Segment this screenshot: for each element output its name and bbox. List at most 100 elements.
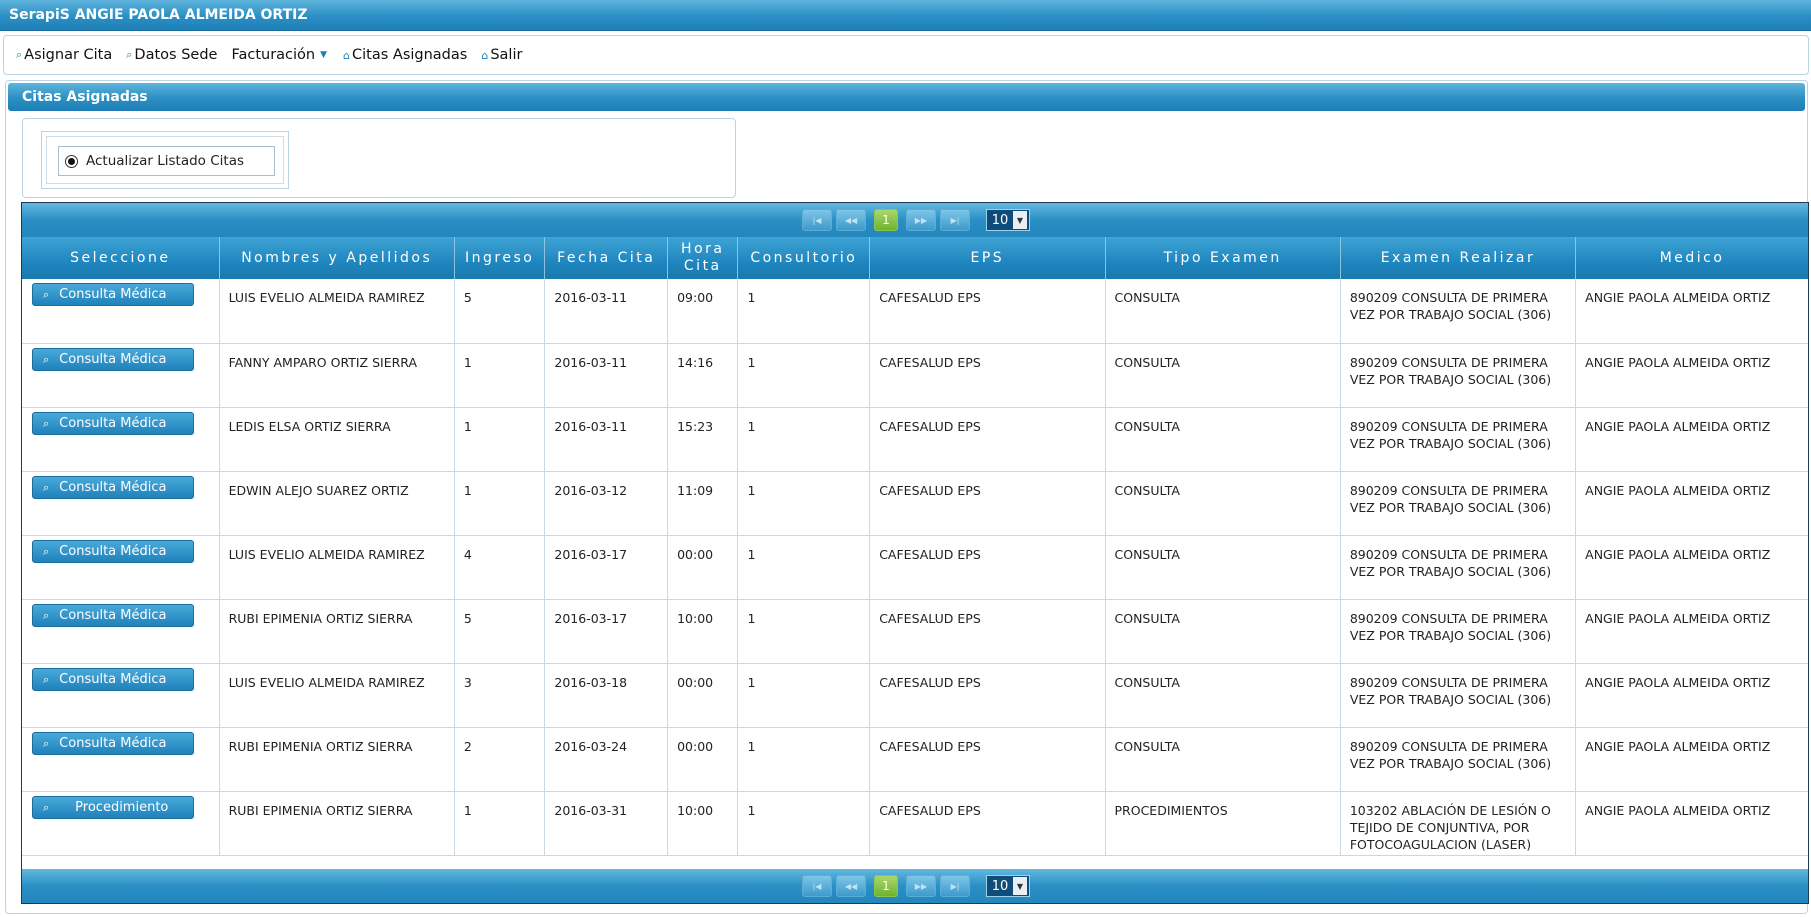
- main-menu-bar: ⌕ Asignar Cita ⌕ Datos Sede Facturación …: [3, 35, 1809, 75]
- search-icon: ⌕: [43, 544, 50, 558]
- menu-asignar-cita[interactable]: ⌕ Asignar Cita: [16, 47, 112, 63]
- citas-grid: |◀ ◀◀ 1 ▶▶ ▶| 10 ▼ Seleccione Nombres y …: [21, 202, 1809, 904]
- search-icon: ⌕: [126, 48, 133, 61]
- page-size-select[interactable]: 10 ▼: [986, 209, 1030, 231]
- col-seleccione[interactable]: Seleccione: [22, 237, 220, 279]
- cell-eps: CAFESALUD EPS: [869, 791, 1106, 856]
- page-size-value: 10: [991, 212, 1009, 228]
- cell-ingreso: 1: [454, 343, 546, 408]
- consulta-medica-button[interactable]: ⌕ Consulta Médica: [32, 347, 194, 371]
- menu-datos-sede-label: Datos Sede: [134, 47, 218, 63]
- table-row: ⌕ Consulta Médica RUBI EPIMENIA ORTIZ SIE…: [22, 599, 1808, 664]
- procedimiento-button[interactable]: ⌕ Procedimiento: [32, 795, 194, 819]
- cell-hora: 10:00: [667, 791, 739, 856]
- cell-tipo: PROCEDIMIENTOS: [1105, 791, 1341, 856]
- cell-ingreso: 5: [454, 599, 546, 664]
- cell-eps: CAFESALUD EPS: [869, 471, 1106, 536]
- cell-eps: CAFESALUD EPS: [869, 663, 1106, 728]
- cell-fecha: 2016-03-31: [544, 791, 669, 856]
- cell-consultorio: 1: [737, 727, 871, 792]
- page-size-value: 10: [991, 878, 1009, 894]
- col-ingreso[interactable]: Ingreso: [454, 237, 546, 279]
- cell-fecha: 2016-03-11: [544, 343, 669, 408]
- menu-facturacion[interactable]: Facturación ▼: [231, 47, 327, 63]
- cell-eps: CAFESALUD EPS: [869, 407, 1106, 472]
- consulta-medica-button[interactable]: ⌕ Consulta Médica: [32, 283, 194, 306]
- col-consultorio[interactable]: Consultorio: [737, 237, 871, 279]
- actualizar-listado-radio[interactable]: Actualizar Listado Citas: [58, 146, 275, 176]
- table-row: ⌕ Consulta Médica FANNY AMPARO ORTIZ SIER…: [22, 343, 1808, 408]
- cell-hora: 11:09: [667, 471, 739, 536]
- cell-tipo: CONSULTA: [1105, 535, 1341, 600]
- first-page-button[interactable]: |◀: [802, 209, 832, 231]
- cell-tipo: CONSULTA: [1105, 727, 1341, 792]
- radio-selected-icon: [65, 154, 78, 168]
- panel-header: Citas Asignadas: [8, 83, 1805, 111]
- current-page-button[interactable]: 1: [874, 875, 898, 897]
- pager-top: |◀ ◀◀ 1 ▶▶ ▶| 10 ▼: [22, 203, 1808, 237]
- panel-title: Citas Asignadas: [22, 89, 148, 105]
- cell-fecha: 2016-03-18: [544, 663, 669, 728]
- cell-tipo: CONSULTA: [1105, 663, 1341, 728]
- chevron-down-icon: ▼: [1013, 211, 1027, 229]
- radio-group: Actualizar Listado Citas: [41, 131, 289, 189]
- cell-ingreso: 5: [454, 279, 546, 344]
- citas-table: Seleccione Nombres y Apellidos Ingreso F…: [22, 237, 1808, 856]
- cell-eps: CAFESALUD EPS: [869, 599, 1106, 664]
- search-icon: ⌕: [43, 608, 50, 622]
- menu-salir[interactable]: ⌂ Salir: [481, 47, 522, 63]
- menu-citas-asignadas[interactable]: ⌂ Citas Asignadas: [343, 47, 467, 63]
- col-tipo-examen[interactable]: Tipo Examen: [1105, 237, 1341, 279]
- citas-asignadas-panel: Citas Asignadas Actualizar Listado Citas…: [5, 80, 1809, 914]
- cell-consultorio: 1: [737, 471, 871, 536]
- consulta-medica-button[interactable]: ⌕ Consulta Médica: [32, 475, 194, 499]
- cell-eps: CAFESALUD EPS: [869, 343, 1106, 408]
- cell-eps: CAFESALUD EPS: [869, 279, 1106, 344]
- cell-hora: 09:00: [667, 279, 739, 344]
- page-size-select[interactable]: 10 ▼: [986, 875, 1030, 897]
- last-page-button[interactable]: ▶|: [940, 209, 970, 231]
- last-page-button[interactable]: ▶|: [940, 875, 970, 897]
- cell-fecha: 2016-03-17: [544, 535, 669, 600]
- consulta-medica-button[interactable]: ⌕ Consulta Médica: [32, 411, 194, 435]
- menu-datos-sede[interactable]: ⌕ Datos Sede: [126, 47, 217, 63]
- table-row: ⌕ Procedimiento RUBI EPIMENIA ORTIZ SIERR…: [22, 791, 1808, 856]
- col-examen-realizar[interactable]: Examen Realizar: [1340, 237, 1577, 279]
- prev-page-button[interactable]: ◀◀: [836, 875, 866, 897]
- cell-examen: 103202 ABLACIÓN DE LESIÓN O TEJIDO DE CO…: [1340, 791, 1577, 856]
- prev-page-button[interactable]: ◀◀: [836, 209, 866, 231]
- col-fecha-cita[interactable]: Fecha Cita: [544, 237, 669, 279]
- consulta-medica-button[interactable]: ⌕ Consulta Médica: [32, 603, 194, 627]
- cell-tipo: CONSULTA: [1105, 279, 1341, 344]
- first-page-button[interactable]: |◀: [802, 875, 832, 897]
- consulta-medica-button[interactable]: ⌕ Consulta Médica: [32, 539, 194, 563]
- cell-examen: 890209 CONSULTA DE PRIMERA VEZ POR TRABA…: [1340, 535, 1577, 600]
- consulta-medica-button[interactable]: ⌕ Consulta Médica: [32, 731, 194, 755]
- cell-hora: 00:00: [667, 663, 739, 728]
- consulta-medica-button[interactable]: ⌕ Consulta Médica: [32, 667, 194, 691]
- cell-tipo: CONSULTA: [1105, 599, 1341, 664]
- next-page-button[interactable]: ▶▶: [906, 875, 936, 897]
- cell-eps: CAFESALUD EPS: [869, 727, 1106, 792]
- app-title-bar: SerapiS ANGIE PAOLA ALMEIDA ORTIZ: [0, 0, 1811, 31]
- table-row: ⌕ Consulta Médica RUBI EPIMENIA ORTIZ SIE…: [22, 727, 1808, 792]
- next-page-button[interactable]: ▶▶: [906, 209, 936, 231]
- cell-nombre: EDWIN ALEJO SUAREZ ORTIZ: [219, 471, 455, 536]
- table-row: ⌕ Consulta Médica LUIS EVELIO ALMEIDA RAM…: [22, 535, 1808, 600]
- col-hora-cita[interactable]: Hora Cita: [667, 237, 739, 279]
- cell-ingreso: 1: [454, 471, 546, 536]
- current-page-button[interactable]: 1: [874, 209, 898, 231]
- search-icon: ⌕: [43, 288, 50, 301]
- table-row: ⌕ Consulta Médica LEDIS ELSA ORTIZ SIERRA…: [22, 407, 1808, 472]
- col-nombres[interactable]: Nombres y Apellidos: [219, 237, 455, 279]
- col-eps[interactable]: EPS: [869, 237, 1106, 279]
- chevron-down-icon: ▼: [1013, 877, 1027, 895]
- home-icon: ⌂: [481, 48, 489, 62]
- cell-ingreso: 3: [454, 663, 546, 728]
- col-medico[interactable]: Medico: [1575, 237, 1808, 279]
- cell-medico: ANGIE PAOLA ALMEIDA ORTIZ: [1575, 471, 1808, 536]
- cell-consultorio: 1: [737, 279, 871, 344]
- cell-hora: 10:00: [667, 599, 739, 664]
- pager-bottom: |◀ ◀◀ 1 ▶▶ ▶| 10 ▼: [22, 869, 1808, 903]
- chevron-down-icon: ▼: [320, 50, 328, 60]
